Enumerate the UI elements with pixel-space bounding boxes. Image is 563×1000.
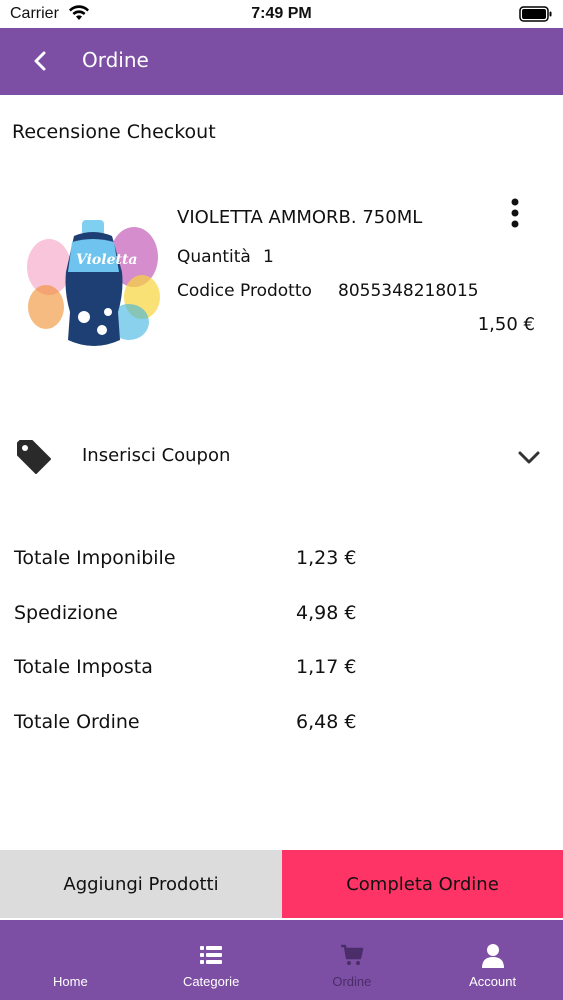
tab-label: Categorie (182, 974, 240, 989)
app-header: Ordine (0, 28, 563, 95)
tab-account[interactable]: Account (422, 920, 563, 1000)
status-bar: Carrier 7:49 PM (0, 0, 563, 28)
tab-label: Ordine (332, 974, 372, 989)
total-label: Totale Imponibile (14, 547, 176, 569)
quantity-label: Quantità (177, 247, 251, 267)
total-label: Spedizione (14, 601, 118, 624)
product-name: VIOLETTA AMMORB. 750ML (177, 207, 423, 228)
tab-label: Account (469, 974, 517, 989)
total-label: Totale Ordine (14, 710, 140, 733)
total-row-imponibile: Totale Imponibile 1,23 € (14, 531, 414, 586)
tab-label: Home (53, 974, 88, 989)
chevron-left-icon[interactable] (28, 49, 52, 73)
chevron-down-icon (518, 451, 540, 464)
quantity-value: 1 (263, 247, 274, 267)
coupon-label: Inserisci Coupon (82, 445, 231, 466)
battery-icon (519, 6, 552, 22)
section-title: Recensione Checkout (12, 121, 216, 143)
complete-order-button[interactable]: Completa Ordine (282, 850, 563, 918)
page-title: Ordine (82, 48, 149, 72)
total-row-imposta: Totale Imposta 1,17 € (14, 640, 414, 695)
cart-icon (340, 944, 364, 965)
tab-home[interactable]: Home (0, 920, 141, 1000)
tag-icon (17, 440, 51, 474)
product-image-brand: Violetta (76, 252, 138, 268)
product-code-label: Codice Prodotto (177, 281, 312, 301)
product-image: Violetta (27, 220, 160, 346)
coupon-toggle[interactable]: Inserisci Coupon (0, 425, 563, 489)
user-icon (481, 944, 504, 968)
product-price: 1,50 € (477, 314, 535, 335)
tab-categorie[interactable]: Categorie (141, 920, 282, 1000)
action-bar: Aggiungi Prodotti Completa Ordine (0, 850, 563, 918)
total-value: 1,23 € (296, 547, 357, 569)
total-value: 6,48 € (296, 710, 357, 733)
total-value: 1,17 € (296, 656, 357, 678)
total-label: Totale Imposta (14, 656, 153, 678)
add-products-button[interactable]: Aggiungi Prodotti (0, 850, 282, 918)
more-vertical-icon[interactable] (505, 196, 525, 230)
total-value: 4,98 € (296, 601, 357, 624)
order-totals: Totale Imponibile 1,23 € Spedizione 4,98… (14, 531, 414, 749)
product-code-value: 8055348218015 (338, 281, 479, 301)
list-icon (200, 946, 223, 964)
clock: 7:49 PM (251, 5, 312, 22)
tab-ordine[interactable]: Ordine (282, 920, 423, 1000)
total-row-spedizione: Spedizione 4,98 € (14, 586, 414, 641)
total-row-ordine: Totale Ordine 6,48 € (14, 695, 414, 750)
tab-bar: Home Categorie Ordine Account (0, 920, 563, 1000)
